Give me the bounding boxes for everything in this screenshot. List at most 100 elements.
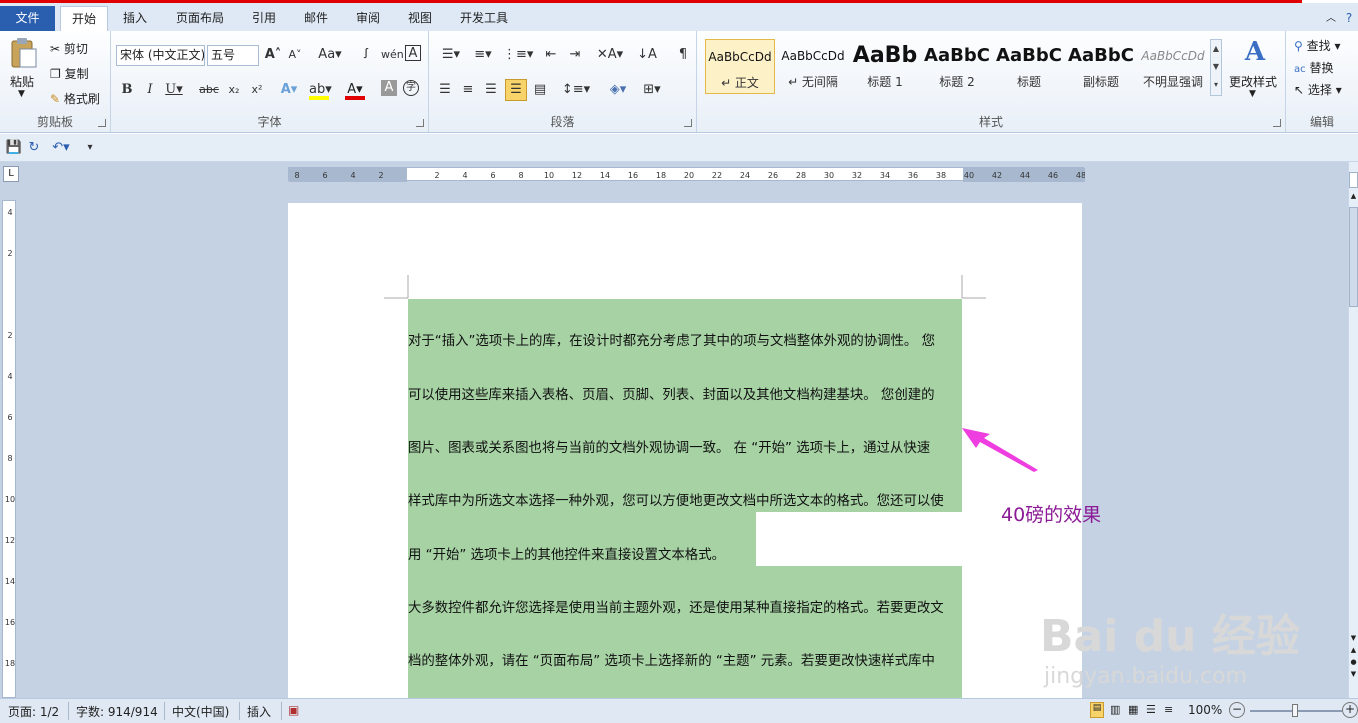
paste-button[interactable]: 粘贴 [10, 73, 34, 90]
replace-button[interactable]: ac 替换 [1294, 59, 1333, 76]
character-shading-icon[interactable]: A [381, 80, 397, 96]
character-border-icon[interactable]: A [405, 45, 421, 61]
style-no-spacing[interactable]: AaBbCcDd ↵ 无间隔 [778, 39, 848, 94]
borders-icon[interactable]: ⊞▾ [637, 80, 667, 100]
format-painter-button[interactable]: ✎ 格式刷 [50, 90, 100, 107]
superscript-icon[interactable]: x² [247, 80, 267, 100]
scroll-up-icon[interactable]: ▲ [1349, 192, 1358, 202]
italic-icon[interactable]: I [140, 80, 160, 100]
language[interactable]: 中文(中国) [172, 703, 229, 720]
highlight-color-icon[interactable]: ab▾ [309, 80, 332, 100]
tab-file[interactable]: 文件 [0, 6, 55, 31]
change-styles-button[interactable]: 更改样式 [1229, 73, 1277, 90]
full-screen-reading-icon[interactable]: ▥ [1110, 703, 1120, 716]
subscript-icon[interactable]: x₂ [224, 80, 244, 100]
tab-developer[interactable]: 开发工具 [451, 6, 517, 31]
font-size-combo[interactable]: 五号 [207, 45, 259, 66]
insert-mode[interactable]: 插入 [247, 703, 271, 720]
print-layout-icon[interactable]: ▤ [1090, 702, 1104, 718]
word-count[interactable]: 字数: 914/914 [76, 703, 158, 720]
tab-mailings[interactable]: 邮件 [295, 6, 337, 31]
shrink-font-icon[interactable]: A˅ [285, 45, 305, 65]
show-marks-icon[interactable]: ¶ [673, 45, 693, 65]
tab-selector-icon[interactable]: L [3, 166, 19, 182]
phonetic-guide-icon[interactable]: wén [381, 45, 404, 65]
scroll-thumb[interactable] [1349, 207, 1358, 307]
align-left-icon[interactable]: ☰ [435, 80, 455, 100]
multilevel-list-icon[interactable]: ⋮≡▾ [503, 45, 533, 65]
draft-view-icon[interactable]: ≡ [1164, 703, 1173, 716]
document-line[interactable]: 可以使用这些库来插入表格、页眉、页脚、列表、封面以及其他文档构建基块。 您创建的 [408, 383, 968, 403]
copy-button[interactable]: ❐ 复制 [50, 65, 89, 82]
style-subtle-emphasis[interactable]: AaBbCcDd 不明显强调 [1138, 39, 1208, 94]
underline-icon[interactable]: U▾ [164, 80, 184, 100]
macro-record-icon[interactable]: ▣ [288, 703, 299, 717]
tab-view[interactable]: 视图 [399, 6, 441, 31]
bullets-icon[interactable]: ☰▾ [437, 45, 465, 65]
styles-scroll-icon[interactable]: ▲ ▼ ▾ [1210, 39, 1222, 96]
grow-font-icon[interactable]: A˄ [263, 45, 283, 65]
clear-format-icon[interactable]: ꭍ [356, 45, 376, 65]
distributed-icon[interactable]: ▤ [530, 80, 550, 100]
vertical-scrollbar[interactable]: ▲ ▼ ▲ ● ▼ [1348, 162, 1358, 698]
text-effects-icon[interactable]: A▾ [279, 80, 299, 100]
zoom-in-icon[interactable]: + [1342, 702, 1358, 718]
paste-icon[interactable] [8, 37, 38, 69]
document-line[interactable]: 大多数控件都允许您选择是使用当前主题外观，还是使用某种直接指定的格式。若要更改文 [408, 596, 968, 616]
increase-indent-icon[interactable]: ⇥ [565, 45, 585, 65]
line-spacing-icon[interactable]: ↕≡▾ [561, 80, 591, 100]
tab-insert[interactable]: 插入 [113, 6, 157, 31]
cut-button[interactable]: ✂ 剪切 [50, 40, 88, 57]
clipboard-launcher-icon[interactable]: . [98, 119, 106, 127]
document-line[interactable]: 用 “开始” 选项卡上的其他控件来直接设置文本格式。 [408, 543, 968, 563]
font-launcher-icon[interactable]: . [416, 119, 424, 127]
zoom-out-icon[interactable]: − [1229, 702, 1245, 718]
style-heading-1[interactable]: AaBb 标题 1 [850, 39, 920, 94]
paragraph-launcher-icon[interactable]: . [684, 119, 692, 127]
tab-references[interactable]: 引用 [243, 6, 285, 31]
paste-dropdown-icon[interactable]: ▼ [18, 89, 25, 99]
document-line[interactable]: 对于“插入”选项卡上的库，在设计时都充分考虑了其中的项与文档整体外观的协调性。 … [408, 329, 968, 349]
ruler-toggle-icon[interactable] [1349, 172, 1358, 188]
justify-icon[interactable]: ☰ [505, 79, 527, 101]
bold-icon[interactable]: B [117, 80, 137, 100]
align-center-icon[interactable]: ≡ [458, 80, 478, 100]
find-button[interactable]: ⚲ 查找 ▾ [1294, 37, 1340, 54]
sort-icon[interactable]: ↓A [637, 45, 657, 65]
font-name-combo[interactable]: 宋体 (中文正文) [116, 45, 205, 66]
zoom-slider-thumb[interactable] [1292, 704, 1298, 717]
document-line[interactable]: 样式库中为所选文本选择一种外观，您可以方便地更改文档中所选文本的格式。您还可以使 [408, 489, 968, 509]
decrease-indent-icon[interactable]: ⇤ [541, 45, 561, 65]
zoom-level[interactable]: 100% [1188, 703, 1222, 717]
document-line[interactable]: 图片、图表或关系图也将与当前的文档外观协调一致。 在 “开始” 选项卡上，通过从… [408, 436, 968, 456]
document-line[interactable]: 档的整体外观，请在 “页面布局” 选项卡上选择新的 “主题” 元素。若要更改快速… [408, 649, 968, 669]
style-normal[interactable]: AaBbCcDd ↵ 正文 [705, 39, 775, 94]
style-subtitle[interactable]: AaBbC 副标题 [1066, 39, 1136, 94]
change-case-icon[interactable]: Aa▾ [316, 45, 344, 65]
browse-buttons-icon[interactable]: ▼ ▲ ● ▼ [1349, 632, 1358, 692]
tab-page-layout[interactable]: 页面布局 [165, 6, 235, 31]
page-count[interactable]: 页面: 1/2 [8, 703, 59, 720]
font-color-icon[interactable]: A▾ [345, 80, 365, 100]
web-layout-icon[interactable]: ▦ [1128, 703, 1138, 716]
tab-review[interactable]: 审阅 [347, 6, 389, 31]
outline-view-icon[interactable]: ☰ [1146, 703, 1156, 716]
shading-icon[interactable]: ◈▾ [603, 80, 633, 100]
save-icon[interactable]: 💾 [4, 138, 24, 158]
redo-icon[interactable]: ↻ [24, 138, 44, 158]
numbering-icon[interactable]: ≡▾ [469, 45, 497, 65]
select-button[interactable]: ↖ 选择 ▾ [1294, 81, 1342, 98]
customize-qat-icon[interactable]: ▾ [80, 138, 100, 158]
style-title[interactable]: AaBbC 标题 [994, 39, 1064, 94]
vertical-ruler[interactable]: 4 2 2 4 6 8 10 12 14 16 18 [2, 200, 16, 698]
change-styles-dropdown-icon[interactable]: ▼ [1249, 89, 1256, 99]
enclose-characters-icon[interactable]: 字 [403, 80, 419, 96]
horizontal-ruler[interactable]: 8 6 4 2 2 4 6 8 10 12 14 16 18 20 22 24 26 28 30 32 34 36 38 40… [288, 167, 1086, 182]
align-right-icon[interactable]: ☰ [481, 80, 501, 100]
minimize-ribbon-icon[interactable]: ︿ [1322, 6, 1340, 31]
styles-launcher-icon[interactable]: . [1273, 119, 1281, 127]
chinese-layout-icon[interactable]: ✕A▾ [595, 45, 625, 65]
change-styles-icon[interactable]: A [1237, 37, 1273, 67]
undo-icon[interactable]: ↶▾ [46, 138, 76, 158]
strikethrough-icon[interactable]: abc [199, 80, 219, 100]
